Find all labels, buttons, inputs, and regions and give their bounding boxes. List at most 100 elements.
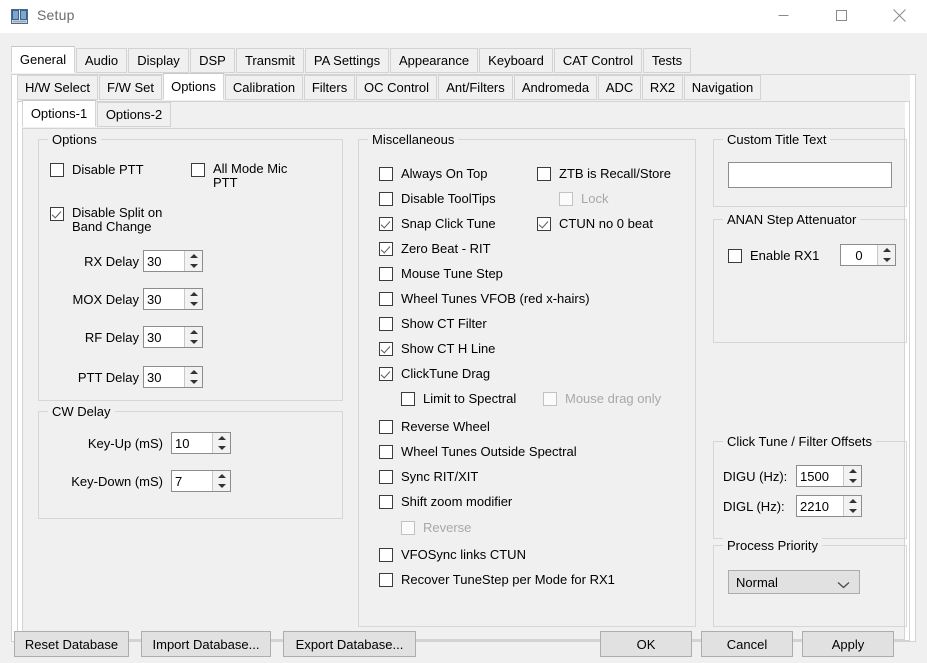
checkbox-box[interactable] bbox=[379, 342, 393, 356]
checkbox-box[interactable] bbox=[50, 163, 64, 177]
spinner-buttons[interactable] bbox=[877, 245, 895, 265]
spinner-up-icon[interactable] bbox=[213, 433, 230, 443]
checkbox-reverse-wheel[interactable]: Reverse Wheel bbox=[379, 419, 490, 434]
spinner-down-icon[interactable] bbox=[213, 443, 230, 453]
checkbox-limit-to-spectral[interactable]: Limit to Spectral bbox=[401, 391, 516, 406]
tab-l1-dsp[interactable]: DSP bbox=[190, 48, 235, 73]
spinner-buttons[interactable] bbox=[843, 496, 861, 516]
tab-l2-oc-control[interactable]: OC Control bbox=[356, 75, 437, 100]
tab-l1-cat-control[interactable]: CAT Control bbox=[554, 48, 642, 73]
tab-l1-pa-settings[interactable]: PA Settings bbox=[305, 48, 389, 73]
checkbox-box[interactable] bbox=[537, 217, 551, 231]
spinner-buttons[interactable] bbox=[212, 433, 230, 453]
tab-l2-options[interactable]: Options bbox=[163, 73, 224, 100]
checkbox-box[interactable] bbox=[379, 217, 393, 231]
tab-l1-general[interactable]: General bbox=[11, 46, 75, 73]
process-priority-select[interactable]: Normal bbox=[728, 570, 860, 594]
checkbox-disable-split-on-band-change[interactable]: Disable Split on Band Change bbox=[50, 206, 200, 234]
checkbox-wheel-tunes-vfob[interactable]: Wheel Tunes VFOB (red x-hairs) bbox=[379, 291, 590, 306]
spinner-up-icon[interactable] bbox=[878, 245, 895, 255]
spinner-key-up[interactable]: 10 bbox=[171, 432, 231, 454]
tab-l2-andromeda[interactable]: Andromeda bbox=[514, 75, 597, 100]
checkbox-disable-ptt[interactable]: Disable PTT bbox=[50, 162, 144, 177]
checkbox-box[interactable] bbox=[379, 242, 393, 256]
checkbox-box[interactable] bbox=[379, 470, 393, 484]
tab-l1-display[interactable]: Display bbox=[128, 48, 189, 73]
spinner-buttons[interactable] bbox=[184, 367, 202, 387]
spinner-down-icon[interactable] bbox=[844, 506, 861, 516]
checkbox-box[interactable] bbox=[379, 420, 393, 434]
spinner-rf-delay[interactable]: 30 bbox=[143, 326, 203, 348]
spinner-down-icon[interactable] bbox=[844, 476, 861, 486]
spinner-down-icon[interactable] bbox=[185, 261, 202, 271]
spinner-rx-delay[interactable]: 30 bbox=[143, 250, 203, 272]
spinner-down-icon[interactable] bbox=[185, 337, 202, 347]
reset-database-button[interactable]: Reset Database bbox=[14, 631, 129, 657]
checkbox-box[interactable] bbox=[379, 495, 393, 509]
checkbox-box[interactable] bbox=[537, 167, 551, 181]
cancel-button[interactable]: Cancel bbox=[701, 631, 793, 657]
spinner-value[interactable]: 30 bbox=[144, 251, 184, 271]
checkbox-snap-click-tune[interactable]: Snap Click Tune bbox=[379, 216, 496, 231]
checkbox-zero-beat-rit[interactable]: Zero Beat - RIT bbox=[379, 241, 491, 256]
spinner-down-icon[interactable] bbox=[213, 481, 230, 491]
close-icon[interactable] bbox=[876, 0, 922, 31]
tab-l1-keyboard[interactable]: Keyboard bbox=[479, 48, 553, 73]
checkbox-all-mode-mic-ptt[interactable]: All Mode Mic PTT bbox=[191, 162, 311, 190]
checkbox-box[interactable] bbox=[401, 392, 415, 406]
checkbox-ztb-is-recall-store[interactable]: ZTB is Recall/Store bbox=[537, 166, 671, 181]
tab-l2-navigation[interactable]: Navigation bbox=[684, 75, 761, 100]
spinner-mox-delay[interactable]: 30 bbox=[143, 288, 203, 310]
tab-l2-calibration[interactable]: Calibration bbox=[225, 75, 303, 100]
checkbox-box[interactable] bbox=[379, 445, 393, 459]
spinner-buttons[interactable] bbox=[184, 289, 202, 309]
checkbox-show-ct-filter[interactable]: Show CT Filter bbox=[379, 316, 487, 331]
spinner-buttons[interactable] bbox=[212, 471, 230, 491]
chevron-down-icon[interactable] bbox=[837, 578, 850, 587]
tab-l2-f-w-set[interactable]: F/W Set bbox=[99, 75, 162, 100]
checkbox-box[interactable] bbox=[379, 267, 393, 281]
tab-l2-ant-filters[interactable]: Ant/Filters bbox=[438, 75, 513, 100]
checkbox-sync-rit-xit[interactable]: Sync RIT/XIT bbox=[379, 469, 478, 484]
tab-l2-filters[interactable]: Filters bbox=[304, 75, 355, 100]
spinner-value[interactable]: 10 bbox=[172, 433, 212, 453]
spinner-anan-attenuator[interactable]: 0 bbox=[840, 244, 896, 266]
checkbox-ctun-no-0-beat[interactable]: CTUN no 0 beat bbox=[537, 216, 653, 231]
checkbox-disable-tooltips[interactable]: Disable ToolTips bbox=[379, 191, 496, 206]
tab-l3-options-2[interactable]: Options-2 bbox=[97, 102, 171, 127]
tab-l1-appearance[interactable]: Appearance bbox=[390, 48, 478, 73]
export-database-button[interactable]: Export Database... bbox=[283, 631, 416, 657]
spinner-up-icon[interactable] bbox=[844, 496, 861, 506]
checkbox-enable-rx1[interactable]: Enable RX1 bbox=[728, 248, 819, 263]
checkbox-box[interactable] bbox=[379, 167, 393, 181]
checkbox-box[interactable] bbox=[50, 207, 64, 221]
spinner-value[interactable]: 0 bbox=[841, 245, 877, 265]
spinner-digu[interactable]: 1500 bbox=[796, 465, 862, 487]
checkbox-box[interactable] bbox=[728, 249, 742, 263]
spinner-value[interactable]: 7 bbox=[172, 471, 212, 491]
checkbox-clicktune-drag[interactable]: ClickTune Drag bbox=[379, 366, 490, 381]
spinner-buttons[interactable] bbox=[843, 466, 861, 486]
checkbox-always-on-top[interactable]: Always On Top bbox=[379, 166, 487, 181]
checkbox-box[interactable] bbox=[379, 292, 393, 306]
spinner-up-icon[interactable] bbox=[213, 471, 230, 481]
import-database-button[interactable]: Import Database... bbox=[141, 631, 271, 657]
tab-l3-options-1[interactable]: Options-1 bbox=[22, 100, 96, 127]
spinner-value[interactable]: 30 bbox=[144, 367, 184, 387]
spinner-up-icon[interactable] bbox=[185, 251, 202, 261]
tab-l1-audio[interactable]: Audio bbox=[76, 48, 127, 73]
checkbox-shift-zoom-modifier[interactable]: Shift zoom modifier bbox=[379, 494, 512, 509]
spinner-up-icon[interactable] bbox=[185, 367, 202, 377]
spinner-down-icon[interactable] bbox=[185, 299, 202, 309]
spinner-down-icon[interactable] bbox=[185, 377, 202, 387]
spinner-digl[interactable]: 2210 bbox=[796, 495, 862, 517]
checkbox-box[interactable] bbox=[191, 163, 205, 177]
checkbox-box[interactable] bbox=[379, 548, 393, 562]
spinner-key-down[interactable]: 7 bbox=[171, 470, 231, 492]
tab-l1-transmit[interactable]: Transmit bbox=[236, 48, 304, 73]
spinner-value[interactable]: 2210 bbox=[797, 496, 843, 516]
spinner-value[interactable]: 30 bbox=[144, 289, 184, 309]
tab-l2-adc[interactable]: ADC bbox=[598, 75, 641, 100]
maximize-icon[interactable] bbox=[818, 0, 864, 31]
ok-button[interactable]: OK bbox=[600, 631, 692, 657]
